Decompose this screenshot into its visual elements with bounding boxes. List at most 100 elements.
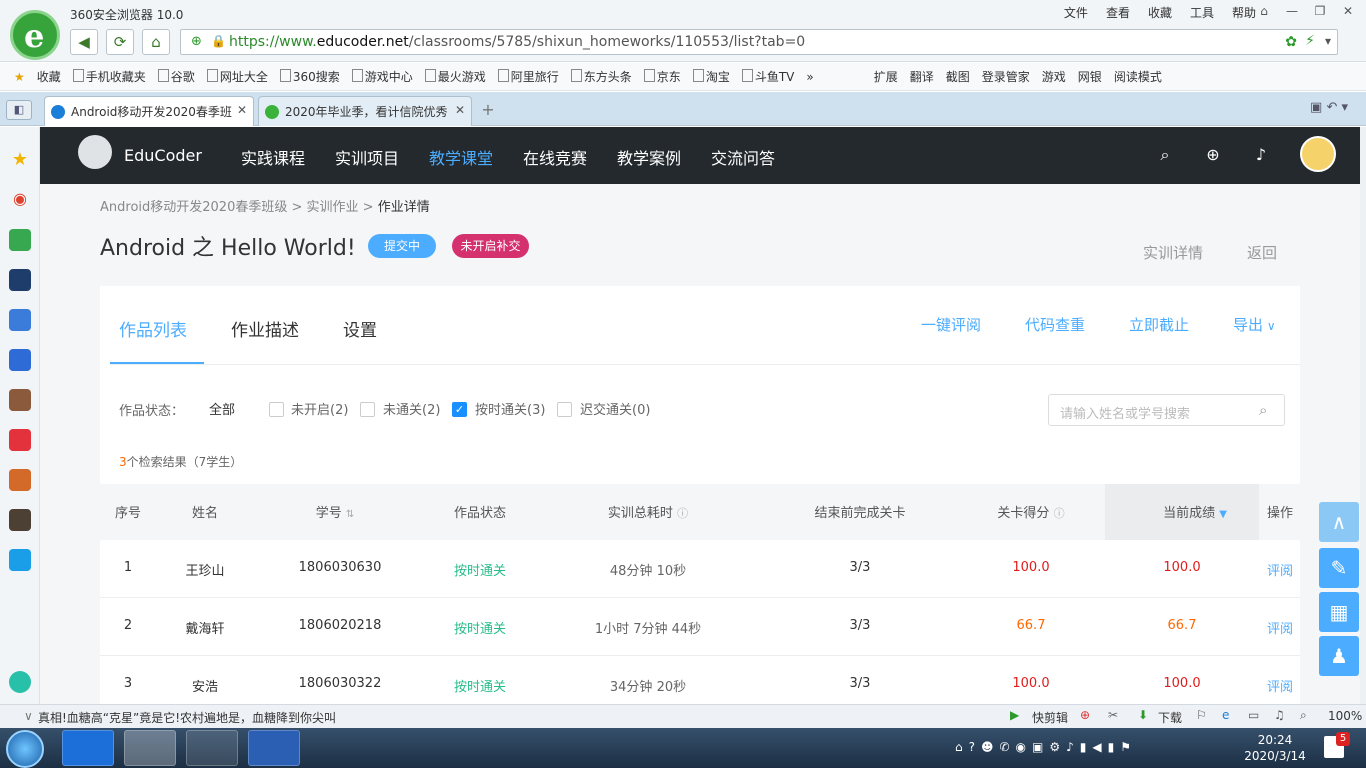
nav-qa[interactable]: 交流问答 (711, 145, 775, 169)
filter-checkbox-not-passed[interactable] (360, 402, 375, 417)
pin-icon[interactable]: ✂ (1108, 708, 1118, 722)
review-link[interactable]: 评阅 (1260, 676, 1300, 695)
fav-item[interactable]: 东方头条 (571, 68, 632, 85)
menu-favorites[interactable]: 收藏 (1148, 4, 1172, 21)
code-check-button[interactable]: 代码查重 (1025, 314, 1085, 335)
fav-item[interactable]: 360搜索 (280, 68, 340, 85)
zoom-level[interactable]: 100% (1328, 709, 1362, 723)
quick-cut-button[interactable]: 快剪辑 (1032, 709, 1068, 726)
batch-review-button[interactable]: 一键评阅 (921, 314, 981, 335)
help-icon[interactable]: ⓘ (677, 507, 688, 520)
back-link[interactable]: 返回 (1247, 242, 1277, 263)
p-app-icon[interactable] (9, 549, 31, 571)
filter-label-passed-late[interactable]: 迟交通关(0) (580, 399, 650, 418)
fav-item[interactable]: 手机收藏夹 (73, 68, 146, 85)
tool-extensions[interactable]: 扩展 (874, 68, 898, 85)
fav-item[interactable]: 阿里旅行 (498, 68, 559, 85)
windows-start-button[interactable] (6, 730, 44, 768)
favorites-star-icon[interactable]: ★ (9, 149, 31, 171)
bell-icon[interactable]: ♪ (1251, 145, 1271, 165)
tool-reading-mode[interactable]: 阅读模式 (1114, 68, 1162, 85)
browser-logo-icon[interactable]: e (10, 10, 60, 60)
system-tray-icons[interactable]: ⌂?☻✆◉▣⚙♪▮◀▮⚑ (955, 740, 1137, 754)
game-app-icon[interactable] (9, 389, 31, 411)
nav-teaching-classroom[interactable]: 教学课堂 (429, 145, 493, 169)
system-clock[interactable]: 20:24 2020/3/14 (1240, 732, 1310, 764)
mail-icon[interactable] (9, 229, 31, 251)
taskbar-word-icon[interactable] (248, 730, 300, 766)
menu-tools[interactable]: 工具 (1190, 4, 1214, 21)
news-app-icon[interactable] (9, 269, 31, 291)
word-doc-icon[interactable] (9, 309, 31, 331)
taskbar-app-icon[interactable] (62, 730, 114, 766)
skin-icon[interactable]: ⌂ (1252, 2, 1276, 20)
ie-icon[interactable]: e (1222, 708, 1229, 722)
fav-item[interactable]: 网址大全 (207, 68, 268, 85)
filter-checkbox-not-started[interactable] (269, 402, 284, 417)
filter-label-not-passed[interactable]: 未通关(2) (383, 399, 440, 418)
fav-more[interactable]: » (806, 70, 813, 84)
refresh-button[interactable]: ⟳ (106, 29, 134, 55)
tool-games[interactable]: 游戏 (1042, 68, 1066, 85)
weibo-icon[interactable]: ◉ (9, 189, 31, 211)
nav-practice-courses[interactable]: 实践课程 (241, 145, 305, 169)
nav-training-projects[interactable]: 实训项目 (335, 145, 399, 169)
adblock-icon[interactable]: ⊕ (1080, 708, 1090, 722)
user-avatar[interactable] (1300, 136, 1336, 172)
chevron-down-icon[interactable]: ∨ (24, 709, 33, 723)
security-check-icon[interactable]: ✿ (1285, 34, 1297, 50)
sidebar-toggle-icon[interactable]: ◧ (6, 100, 32, 120)
add-app-icon[interactable] (9, 671, 31, 693)
th-student-id[interactable]: 学号 ⇅ (290, 502, 380, 521)
add-circle-icon[interactable]: ⊕ (1203, 145, 1223, 165)
minimize-icon[interactable]: — (1280, 2, 1304, 20)
student-search-input[interactable]: 请输入姓名或学号搜索 ⌕ (1048, 394, 1285, 426)
help-icon[interactable]: ⓘ (1054, 507, 1065, 520)
close-icon[interactable]: ✕ (1336, 2, 1360, 20)
fav-item[interactable]: 京东 (644, 68, 681, 85)
tab-educoder[interactable]: Android移动开发2020春季班 ✕ (44, 96, 254, 126)
educoder-logo-icon[interactable] (78, 135, 112, 169)
game-app-icon[interactable] (9, 469, 31, 491)
back-button[interactable]: ◀ (70, 29, 98, 55)
nav-online-contests[interactable]: 在线竞赛 (523, 145, 587, 169)
tool-translate[interactable]: 翻译 (910, 68, 934, 85)
tab-homework-description[interactable]: 作业描述 (231, 316, 299, 341)
tab-works-list[interactable]: 作品列表 (119, 316, 187, 341)
new-tab-icon[interactable]: + (478, 100, 498, 120)
fav-item[interactable]: 斗鱼TV (742, 68, 795, 85)
scroll-top-button[interactable]: ∧ (1319, 502, 1359, 542)
th-current-grade[interactable]: 当前成绩 ▼ (1130, 502, 1260, 521)
tab-settings[interactable]: 设置 (343, 316, 377, 341)
game-app-icon[interactable] (9, 509, 31, 531)
dropdown-icon[interactable]: ▾ (1325, 34, 1331, 48)
tab-tools-icon[interactable]: ▣ ↶ ▾ (1310, 100, 1348, 115)
tab-wechat-article[interactable]: 2020年毕业季，看计信院优秀 ✕ (258, 96, 472, 126)
fav-item[interactable]: 最火游戏 (425, 68, 486, 85)
page-scrollbar[interactable] (1360, 127, 1366, 704)
training-details-link[interactable]: 实训详情 (1143, 242, 1203, 263)
speed-mode-icon[interactable]: ⚡ (1305, 33, 1315, 49)
fav-item[interactable]: 谷歌 (158, 68, 195, 85)
xiaohongshu-icon[interactable] (9, 429, 31, 451)
volume-icon[interactable]: ♫ (1274, 708, 1285, 722)
window-icon[interactable]: ▭ (1248, 708, 1259, 722)
fav-item[interactable]: 淘宝 (693, 68, 730, 85)
fav-item[interactable]: 收藏 (37, 68, 61, 85)
tab-close-icon[interactable]: ✕ (455, 103, 465, 117)
tab-close-icon[interactable]: ✕ (237, 103, 247, 117)
filter-checkbox-passed-on-time[interactable]: ✓ (452, 402, 467, 417)
qq-button[interactable]: ♟ (1319, 636, 1359, 676)
nav-teaching-cases[interactable]: 教学案例 (617, 145, 681, 169)
feedback-button[interactable]: ✎ (1319, 548, 1359, 588)
search-icon[interactable]: ⌕ (1259, 401, 1267, 419)
review-link[interactable]: 评阅 (1260, 560, 1300, 579)
filter-label-not-started[interactable]: 未开启(2) (291, 399, 348, 418)
review-link[interactable]: 评阅 (1260, 618, 1300, 637)
export-button[interactable]: 导出 ∨ (1233, 314, 1276, 335)
taskbar-app-icon[interactable] (186, 730, 238, 766)
chat-app-icon[interactable] (9, 349, 31, 371)
tool-login-manager[interactable]: 登录管家 (982, 68, 1030, 85)
address-bar[interactable]: ⊕ 🔒 https://www.educoder.net/classrooms/… (180, 29, 1338, 55)
tool-screenshot[interactable]: 截图 (946, 68, 970, 85)
